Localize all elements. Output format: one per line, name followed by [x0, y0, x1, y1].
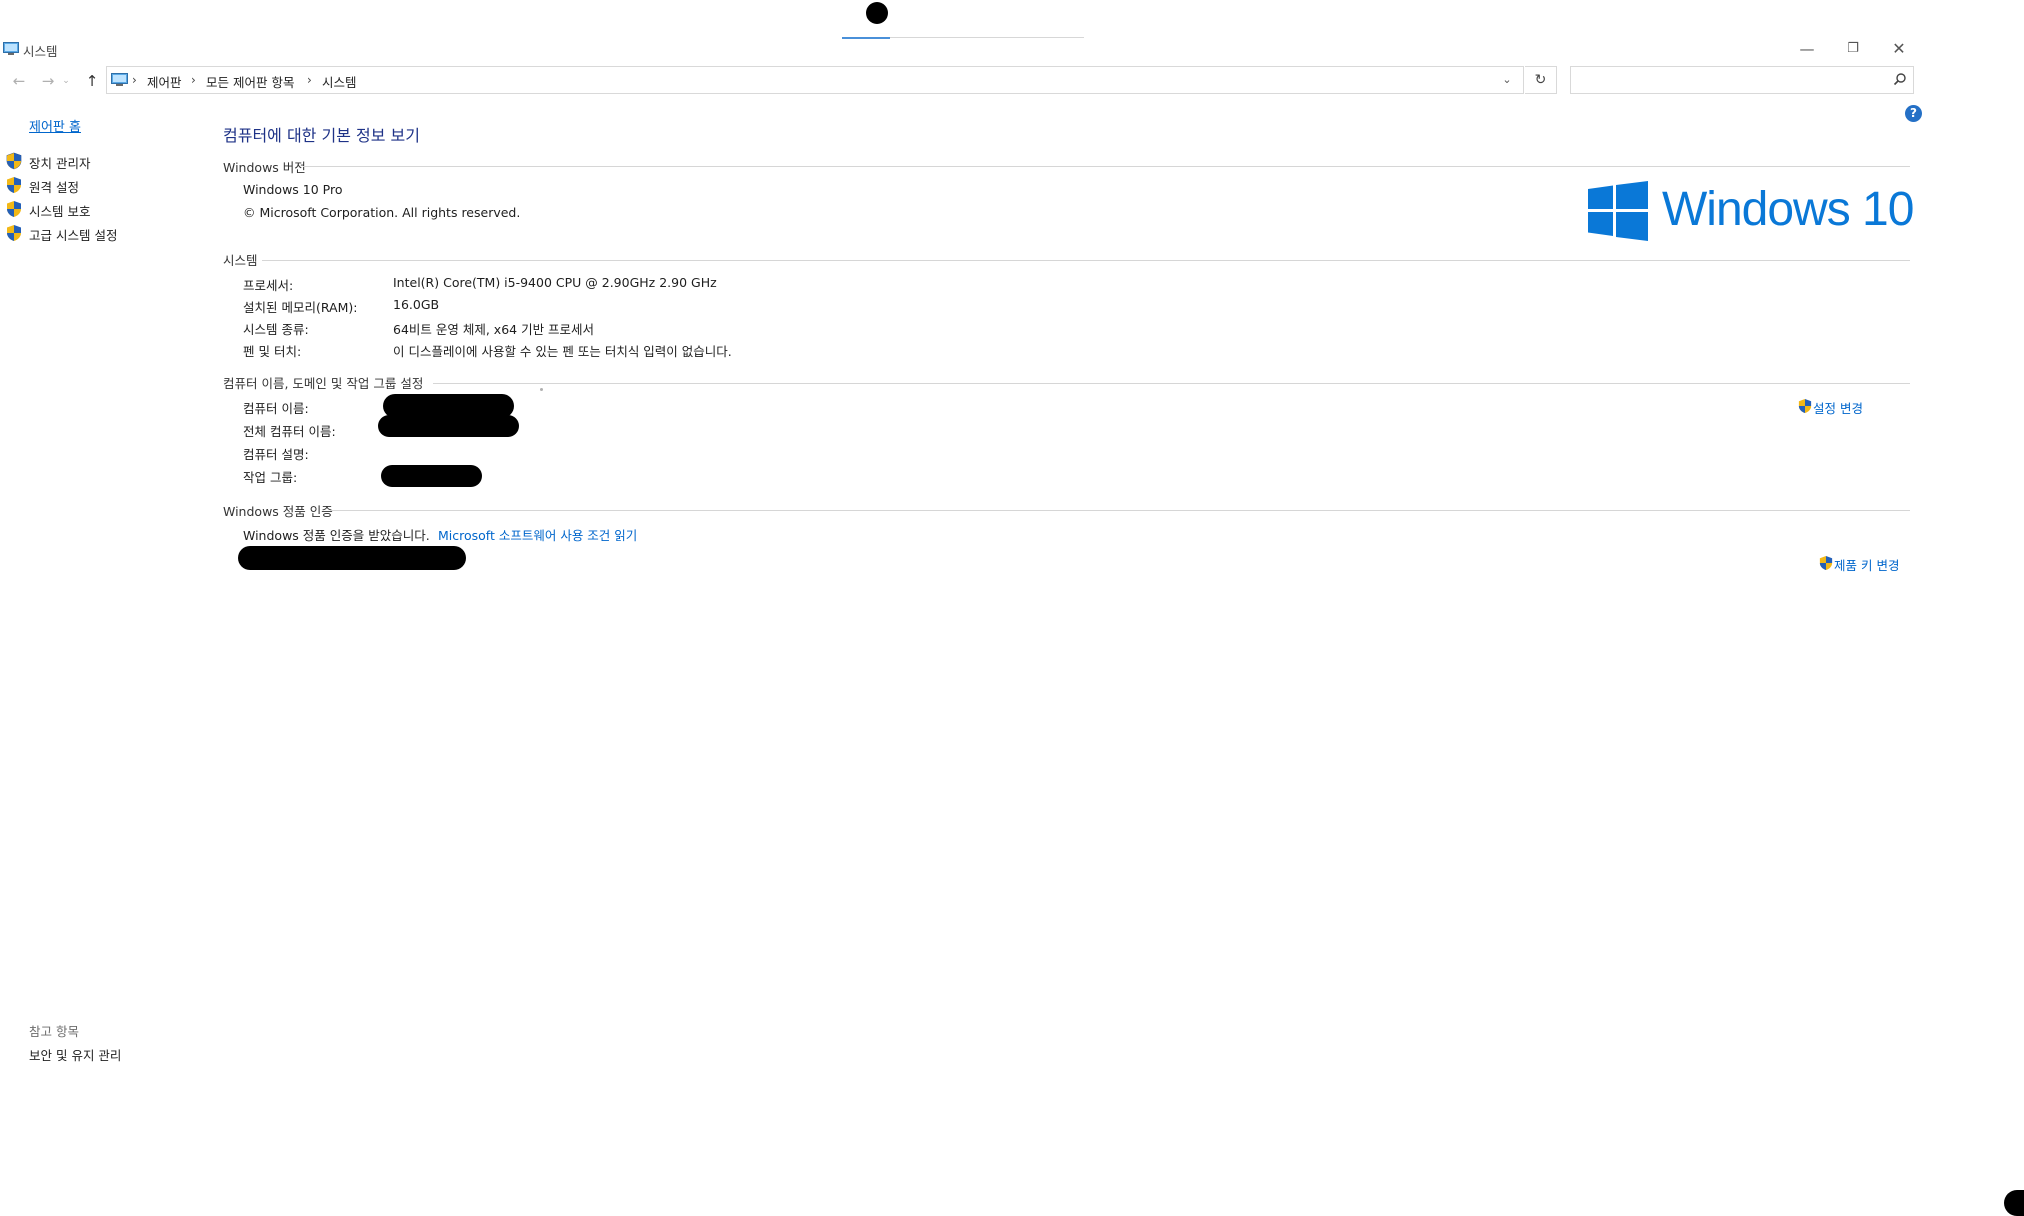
- section-header-computer-name: 컴퓨터 이름, 도메인 및 작업 그룹 설정: [223, 376, 424, 391]
- see-also-header: 참고 항목: [29, 1024, 79, 1039]
- sidebar-item-label: 장치 관리자: [29, 156, 91, 171]
- sidebar-item-label: 고급 시스템 설정: [29, 228, 118, 243]
- system-monitor-icon: [3, 42, 19, 55]
- help-icon[interactable]: ?: [1905, 105, 1922, 122]
- shield-icon: [1819, 556, 1833, 570]
- sidebar-item-label: 시스템 보호: [29, 204, 91, 219]
- redacted-product-id: [238, 546, 466, 570]
- breadcrumb-separator: ›: [307, 73, 312, 87]
- shield-icon: [7, 177, 21, 193]
- shield-icon: [1798, 399, 1812, 413]
- breadcrumb-separator: ›: [191, 73, 196, 87]
- restore-button[interactable]: ❐: [1830, 36, 1876, 62]
- redacted-full-computer-name: [378, 415, 519, 437]
- redacted-workgroup: [381, 465, 482, 487]
- breadcrumb-system[interactable]: 시스템: [322, 72, 357, 91]
- corner-artifact: [2004, 1190, 2024, 1216]
- recent-locations-button[interactable]: ⌄: [60, 68, 72, 94]
- shield-icon: [6, 152, 22, 170]
- top-tab-line: [890, 37, 1084, 38]
- processor-value: Intel(R) Core(TM) i5-9400 CPU @ 2.90GHz …: [393, 275, 717, 290]
- windows-logo-icon: [1588, 181, 1648, 241]
- page-title: 컴퓨터에 대한 기본 정보 보기: [223, 126, 420, 145]
- windows-edition-name: Windows 10 Pro: [243, 182, 343, 197]
- workgroup-label: 작업 그룹:: [243, 470, 298, 485]
- breadcrumb-all-items[interactable]: 모든 제어판 항목: [206, 72, 294, 91]
- change-product-key-label: 제품 키 변경: [1834, 558, 1900, 573]
- sidebar-item-label: 원격 설정: [29, 180, 79, 195]
- section-divider: [303, 166, 1910, 167]
- see-also-security-maintenance-link[interactable]: 보안 및 유지 관리: [29, 1045, 121, 1064]
- back-button[interactable]: ←: [7, 68, 31, 94]
- activation-status: Windows 정품 인증을 받았습니다.: [243, 528, 430, 543]
- address-bar[interactable]: › 제어판 › 모든 제어판 항목 › 시스템 ⌄: [106, 66, 1524, 94]
- computer-name-label: 컴퓨터 이름:: [243, 401, 309, 416]
- system-type-value: 64비트 운영 체제, x64 기반 프로세서: [393, 322, 595, 337]
- section-divider: [262, 260, 1910, 261]
- breadcrumb-separator: ›: [132, 73, 137, 87]
- windows-copyright: © Microsoft Corporation. All rights rese…: [243, 205, 521, 220]
- section-divider: [330, 510, 1910, 511]
- refresh-button[interactable]: ↻: [1525, 66, 1557, 94]
- top-tab-indicator: [842, 37, 890, 39]
- ram-value: 16.0GB: [393, 297, 440, 312]
- chevron-down-icon[interactable]: ⌄: [1493, 67, 1521, 93]
- search-icon[interactable]: [1893, 72, 1907, 86]
- section-header-windows-edition: Windows 버전: [223, 160, 306, 175]
- section-header-system: 시스템: [223, 253, 258, 268]
- pen-touch-label: 펜 및 터치:: [243, 344, 302, 359]
- shield-icon: [7, 201, 21, 217]
- section-divider: [433, 383, 1910, 384]
- breadcrumb-control-panel[interactable]: 제어판: [147, 72, 182, 91]
- section-header-activation: Windows 정품 인증: [223, 504, 333, 519]
- sidebar-control-panel-home[interactable]: 제어판 홈: [29, 116, 81, 135]
- up-button[interactable]: ↑: [80, 68, 104, 94]
- window-title: 시스템: [23, 44, 58, 59]
- close-button[interactable]: ✕: [1876, 36, 1922, 62]
- license-terms-link[interactable]: Microsoft 소프트웨어 사용 조건 읽기: [438, 525, 637, 544]
- computer-description-label: 컴퓨터 설명:: [243, 447, 309, 462]
- recording-indicator: [866, 2, 888, 24]
- windows-10-logo-text: Windows 10: [1662, 183, 1914, 236]
- change-settings-label: 설정 변경: [1813, 401, 1863, 416]
- search-input[interactable]: [1570, 66, 1914, 94]
- minimize-button[interactable]: —: [1784, 36, 1830, 62]
- pen-touch-value: 이 디스플레이에 사용할 수 있는 펜 또는 터치식 입력이 없습니다.: [393, 344, 732, 359]
- processor-label: 프로세서:: [243, 278, 294, 293]
- system-type-label: 시스템 종류:: [243, 322, 309, 337]
- forward-button[interactable]: →: [36, 68, 60, 94]
- stray-dot: [540, 388, 543, 391]
- full-computer-name-label: 전체 컴퓨터 이름:: [243, 424, 336, 439]
- ram-label: 설치된 메모리(RAM):: [243, 300, 358, 315]
- shield-icon: [7, 225, 21, 241]
- system-monitor-icon: [111, 73, 128, 86]
